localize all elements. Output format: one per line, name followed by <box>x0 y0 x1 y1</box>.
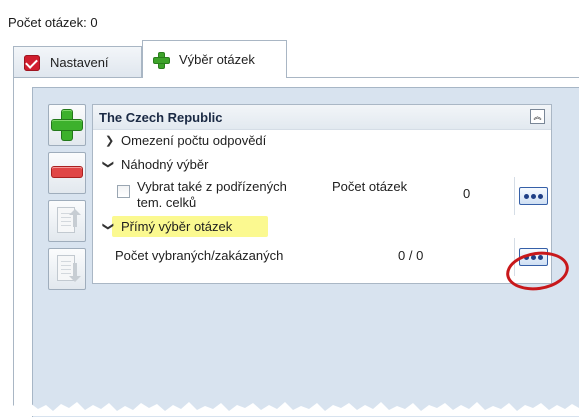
collapse-button[interactable]: ︽ <box>530 109 545 124</box>
tab-settings[interactable]: Nastavení <box>13 46 142 78</box>
question-count-label: Počet otázek <box>332 179 408 194</box>
random-selection-row[interactable]: Náhodný výběr <box>121 157 208 172</box>
random-settings-cell <box>514 177 551 215</box>
selected-forbidden-value: 0 / 0 <box>398 248 424 263</box>
chevron-down-icon[interactable]: ❯ <box>102 222 115 231</box>
checkbox-checked-icon <box>24 54 40 71</box>
dot-icon <box>531 193 536 199</box>
dot-icon <box>538 193 543 199</box>
dot-icon <box>524 193 529 199</box>
random-settings-button[interactable] <box>519 187 548 205</box>
move-down-icon <box>69 263 81 282</box>
torn-edge <box>0 402 579 416</box>
move-down-button[interactable] <box>48 248 86 290</box>
tab-question-selection-label: Výběr otázek <box>179 52 255 67</box>
direct-selection-row[interactable]: Přímý výběr otázek <box>121 219 232 234</box>
move-up-button[interactable] <box>48 200 86 242</box>
chevron-down-icon[interactable]: ❯ <box>102 160 115 169</box>
group-header: The Czech Republic ︽ <box>93 105 551 130</box>
selected-forbidden-label: Počet vybraných/zakázaných <box>115 248 284 263</box>
move-up-icon <box>69 209 81 227</box>
group-title: The Czech Republic <box>99 110 223 125</box>
question-count-value: 0 <box>463 186 471 201</box>
chevron-right-icon[interactable]: ❯ <box>105 134 114 147</box>
include-subtopics-checkbox[interactable] <box>117 185 130 198</box>
tab-question-selection[interactable]: Výběr otázek <box>142 40 287 78</box>
topic-group: The Czech Republic ︽ ❯ Omezení počtu odp… <box>92 104 552 284</box>
question-count-label: Počet otázek: 0 <box>8 15 98 30</box>
include-subtopics-label-2: tem. celků <box>137 195 197 210</box>
tab-settings-label: Nastavení <box>50 55 109 70</box>
include-subtopics-label-1: Vybrat také z podřízených <box>137 179 287 194</box>
selection-area: The Czech Republic ︽ ❯ Omezení počtu odp… <box>32 87 579 417</box>
limit-answers-row[interactable]: Omezení počtu odpovědí <box>121 133 266 148</box>
tab-panel: The Czech Republic ︽ ❯ Omezení počtu odp… <box>13 77 579 417</box>
add-button[interactable] <box>48 104 86 146</box>
remove-button[interactable] <box>48 152 86 194</box>
double-chevron-up-icon: ︽ <box>533 112 542 121</box>
plus-icon <box>153 52 169 68</box>
